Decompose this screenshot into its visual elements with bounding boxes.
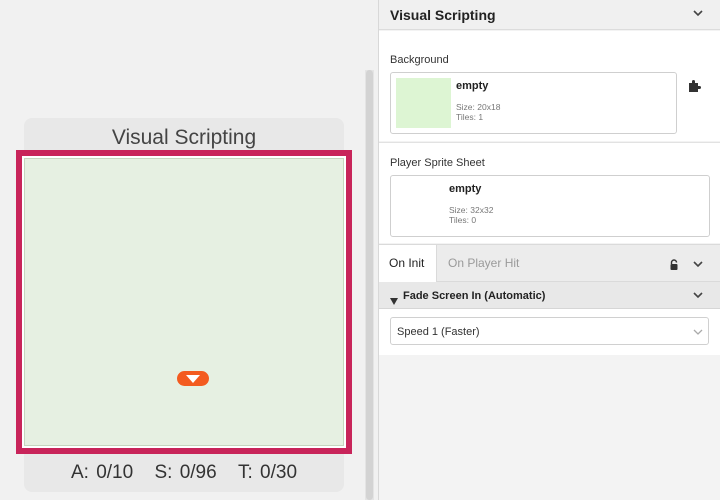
editor-sidebar: Visual Scripting Background empty Size: … — [378, 0, 720, 500]
lock-icon[interactable] — [669, 258, 679, 270]
event-body: Speed 1 (Faster) — [379, 309, 720, 355]
background-name: empty — [456, 80, 489, 92]
collapse-chevron-icon[interactable] — [693, 8, 703, 18]
event-title: Fade Screen In (Automatic) — [403, 290, 546, 302]
player-sprite-size: Size: 32x32 — [449, 205, 494, 215]
scene-title[interactable]: Visual Scripting — [24, 126, 344, 150]
tab-on-init[interactable]: On Init — [379, 245, 437, 282]
speed-select[interactable]: Speed 1 (Faster) — [390, 317, 709, 345]
editor-title: Visual Scripting — [390, 7, 496, 23]
sprite-count: S: 0/96 — [154, 462, 217, 483]
background-thumbnail — [396, 78, 451, 128]
tab-on-player-hit[interactable]: On Player Hit — [438, 245, 529, 282]
world-scrollbar[interactable] — [365, 70, 374, 500]
player-sprite-tiles: Tiles: 0 — [449, 215, 477, 225]
scrollbar-thumb[interactable] — [366, 70, 373, 500]
event-header[interactable]: Fade Screen In (Automatic) — [379, 282, 720, 309]
player-sprite-section: Player Sprite Sheet empty Size: 32x32 Ti… — [379, 142, 720, 243]
background-select[interactable]: empty Size: 20x18 Tiles: 1 — [390, 72, 677, 134]
event-menu-chevron-icon[interactable] — [693, 290, 703, 300]
world-view: Visual Scripting A: 0/10 S: 0/96 T: 0/30 — [0, 0, 365, 500]
triangle-collapse-icon[interactable] — [390, 292, 398, 305]
editor-header: Visual Scripting — [379, 0, 720, 30]
trigger-count: T: 0/30 — [237, 462, 298, 483]
background-tiles: Tiles: 1 — [456, 112, 484, 122]
background-label: Background — [390, 54, 449, 66]
scene-canvas[interactable] — [24, 158, 344, 446]
actor-count: A: 0/10 — [70, 462, 134, 483]
background-section: Background empty Size: 20x18 Tiles: 1 — [379, 31, 720, 141]
tabs-menu-chevron-icon[interactable] — [693, 259, 703, 269]
player-sprite-name: empty — [449, 183, 482, 195]
scene-stats: A: 0/10 S: 0/96 T: 0/30 — [24, 462, 344, 484]
speed-select-value: Speed 1 (Faster) — [397, 326, 480, 338]
script-tabs: On Init On Player Hit — [379, 244, 720, 282]
background-size: Size: 20x18 — [456, 102, 501, 112]
puzzle-icon[interactable] — [687, 79, 701, 93]
player-sprite-label: Player Sprite Sheet — [390, 157, 485, 169]
player-sprite-select[interactable]: empty Size: 32x32 Tiles: 0 — [390, 175, 710, 237]
select-chevron-icon — [693, 327, 703, 337]
trigger-marker[interactable] — [177, 371, 209, 386]
trigger-arrow-icon — [186, 375, 200, 383]
scene-frame-selected[interactable] — [16, 150, 352, 454]
